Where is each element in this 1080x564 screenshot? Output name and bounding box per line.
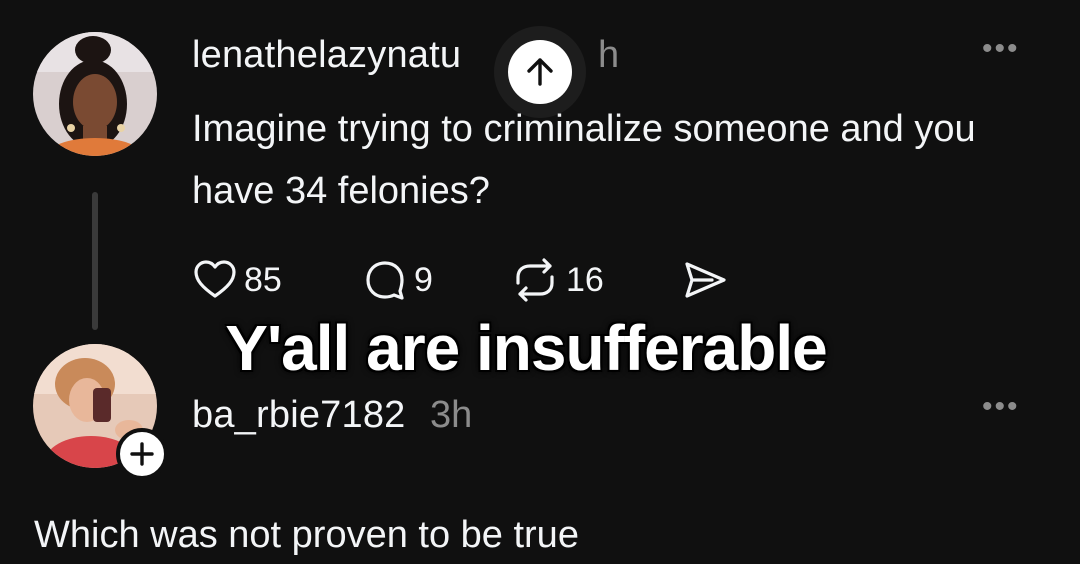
reply-button[interactable]: 9 — [362, 252, 433, 308]
plus-icon — [130, 442, 154, 466]
video-caption-overlay: Y'all are insufferable — [225, 312, 827, 384]
post-username[interactable]: lenathelazynatu — [192, 34, 487, 77]
post-author-avatar[interactable] — [33, 32, 157, 156]
heart-icon — [194, 260, 236, 298]
reply-more-button[interactable]: ••• — [982, 392, 1020, 422]
reply-count: 9 — [414, 260, 433, 299]
share-button[interactable] — [682, 252, 728, 308]
follow-button[interactable] — [116, 428, 168, 480]
repost-count: 16 — [566, 260, 604, 299]
reply-text: Which was not proven to be true — [34, 514, 579, 556]
arrow-up-icon — [527, 58, 553, 86]
like-button[interactable]: 85 — [192, 252, 282, 308]
comment-icon — [366, 261, 404, 300]
post-text: Imagine trying to criminalize someone an… — [192, 108, 976, 212]
scroll-to-top-button[interactable] — [508, 40, 572, 104]
post-timestamp: h — [598, 34, 620, 76]
like-count: 85 — [244, 260, 282, 299]
post-more-button[interactable]: ••• — [982, 34, 1020, 64]
send-icon — [685, 262, 726, 298]
reply-username[interactable]: ba_rbie7182 — [192, 394, 406, 437]
repost-icon — [516, 258, 554, 302]
avatar-image — [33, 32, 157, 156]
reply-timestamp: 3h — [430, 394, 473, 436]
repost-button[interactable]: 16 — [510, 252, 604, 308]
